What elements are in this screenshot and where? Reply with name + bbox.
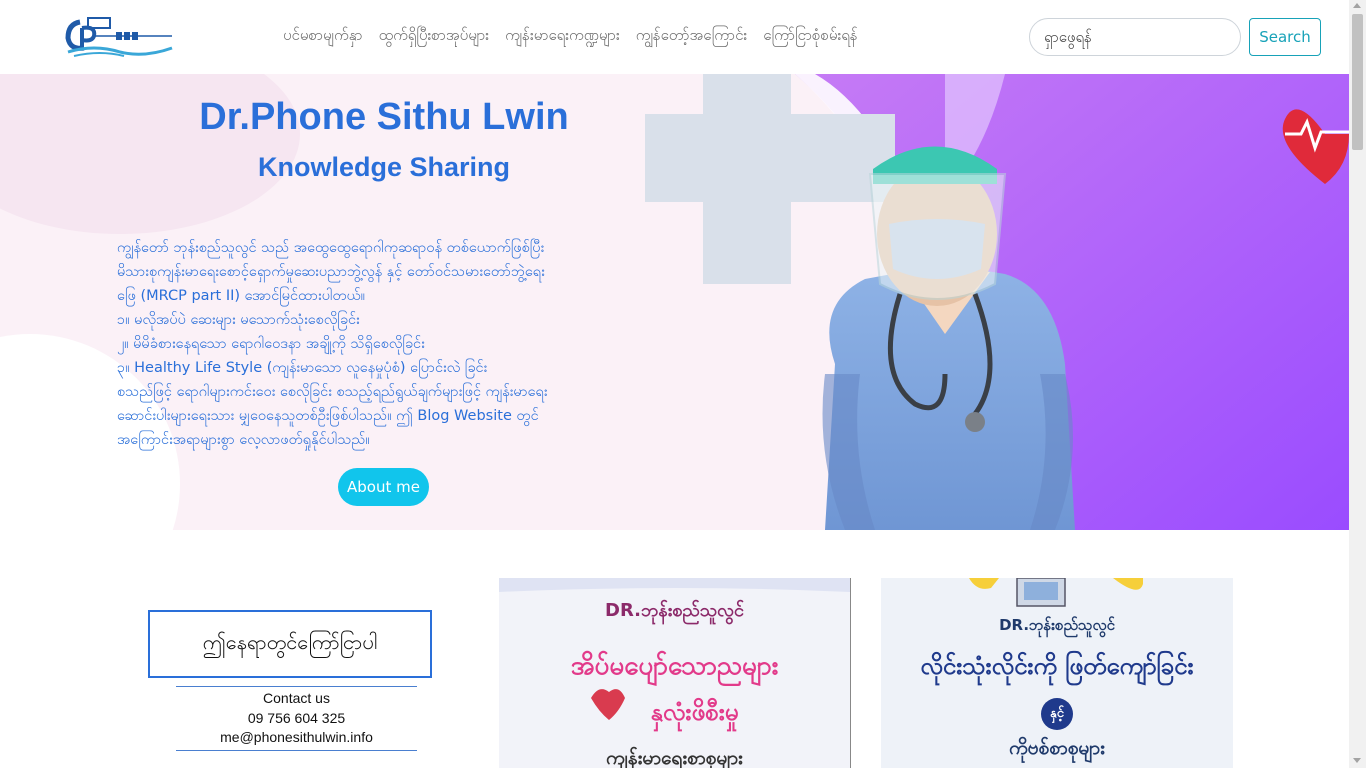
hero-text-line: ၃။ Healthy Life Style (ကျန်းမာသော လူနေမှ… bbox=[117, 360, 488, 376]
nav-about[interactable]: ကျွန်တော့်အကြောင်း bbox=[636, 24, 747, 46]
scrollbar-thumb[interactable] bbox=[1352, 14, 1363, 150]
hero-section: Dr.Phone Sithu Lwin Knowledge Sharing ကျ… bbox=[0, 74, 1349, 530]
navbar: ပင်မစာမျက်နှာ ထွက်ရှိပြီးစာအုပ်များ ကျန်… bbox=[0, 0, 1349, 74]
hero-text-line: ဆောင်းပါးများရေးသား မျှဝေနေသူတစ်ဦးဖြစ်ပါ… bbox=[117, 408, 539, 424]
book-series: ကျန်းမာရေးစာစုများ bbox=[606, 747, 743, 768]
book-series: ကိုဗစ်စာစုများ bbox=[1009, 737, 1105, 759]
hero-text-line: စသည်ဖြင့် ရောဂါများကင်းဝေး စေလိုခြင်း စသ… bbox=[117, 384, 548, 400]
book-title: နှလုံးဖိစီးမှု bbox=[650, 698, 739, 726]
contact-phone: 09 756 604 325 bbox=[247, 709, 346, 726]
page: ပင်မစာမျက်နှာ ထွက်ရှိပြီးစာအုပ်များ ကျန်… bbox=[0, 0, 1366, 768]
site-logo[interactable] bbox=[64, 14, 176, 58]
book-cover-crossing-lines[interactable]: DR.ဘုန်းစည်သူလွင် လိုင်းသုံးလိုင်းကို ဖြ… bbox=[881, 578, 1233, 768]
divider bbox=[176, 750, 417, 751]
main-nav: ပင်မစာမျက်နှာ ထွက်ရှိပြီးစာအုပ်များ ကျန်… bbox=[283, 24, 858, 46]
hero-text-line: မိသားစုကျန်းမာရေးစောင့်ရှောက်မှုဆေးပညာဘွ… bbox=[117, 264, 545, 280]
doctor-portrait-image bbox=[645, 74, 1349, 530]
contact-email[interactable]: me@phonesithulwin.info bbox=[176, 728, 417, 748]
book-conjunction-badge: နှင့် bbox=[1041, 698, 1073, 730]
nav-advertise[interactable]: ကြော်ငြာစုံစမ်းရန် bbox=[763, 24, 857, 46]
book-title: အိပ်မပျော်သောညများ bbox=[570, 651, 779, 681]
book-author: DR.ဘုန်းစည်သူလွင် bbox=[605, 600, 744, 621]
book-cover-sleepless-nights[interactable]: DR.ဘုန်းစည်သူလွင် အိပ်မပျော်သောညများ နှလ… bbox=[499, 578, 851, 768]
hero-text-line: ဖြေ (MRCP part II) အောင်မြင်ထားပါတယ်။ bbox=[117, 288, 366, 304]
contact-info: Contact us 09 756 604 325 me@phonesithul… bbox=[176, 689, 417, 748]
nav-books[interactable]: ထွက်ရှိပြီးစာအုပ်များ bbox=[379, 24, 490, 46]
scroll-down-arrow-icon[interactable] bbox=[1353, 758, 1361, 763]
advertise-heading: ဤနေရာတွင်ကြော်ငြာပါ bbox=[202, 630, 378, 654]
hero-text-line: ၂။ မိမိခံစားနေရသော ရောဂါဝေဒနာ အချို့ကို … bbox=[117, 336, 425, 352]
scroll-up-arrow-icon[interactable] bbox=[1353, 3, 1361, 8]
about-me-button[interactable]: About me bbox=[338, 468, 429, 506]
search-button[interactable]: Search bbox=[1249, 18, 1321, 56]
hero-text-line: အကြောင်းအရာများစွာ လေ့လာဖတ်ရှုနိုင်ပါသည်… bbox=[117, 432, 370, 448]
search-input[interactable] bbox=[1029, 18, 1241, 56]
divider bbox=[176, 686, 417, 687]
contact-label: Contact us bbox=[263, 690, 330, 706]
book-author: DR.ဘုန်းစည်သူလွင် bbox=[999, 616, 1115, 634]
book-title: လိုင်းသုံးလိုင်းကို ဖြတ်ကျော်ခြင်း bbox=[920, 652, 1194, 680]
page-scrollbar[interactable] bbox=[1349, 0, 1366, 768]
hero-text-line: ၁။ မလိုအပ်ပဲ ဆေးများ မသောက်သုံးစေလိုခြင်… bbox=[117, 312, 360, 328]
nav-home[interactable]: ပင်မစာမျက်နှာ bbox=[283, 24, 363, 46]
hero-description: ကျွန်တော် ဘုန်းစည်သူလွင် သည် အထွေထွေရောဂ… bbox=[117, 236, 657, 452]
advertise-here-box[interactable]: ဤနေရာတွင်ကြော်ငြာပါ bbox=[148, 610, 432, 678]
hero-text-line: ကျွန်တော် ဘုန်းစည်သူလွင် သည် အထွေထွေရောဂ… bbox=[117, 240, 545, 256]
nav-health-topics[interactable]: ကျန်းမာရေးကဏ္ဍများ bbox=[505, 24, 620, 46]
